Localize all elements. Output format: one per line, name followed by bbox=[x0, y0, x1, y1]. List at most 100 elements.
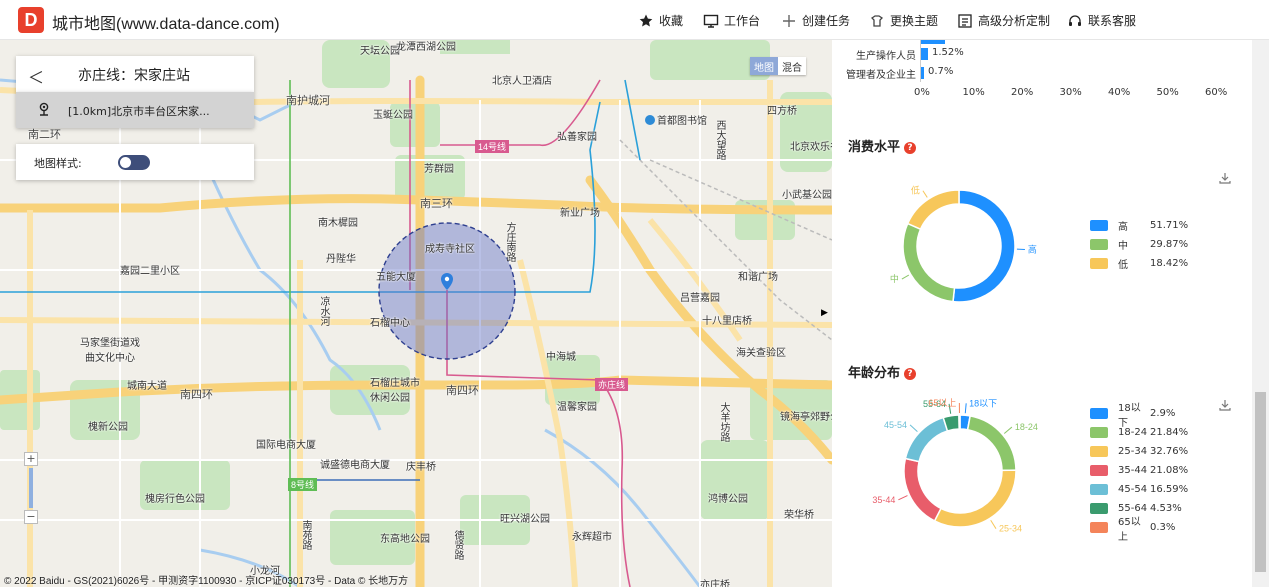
map-road-label[interactable]: 南四环 bbox=[446, 382, 479, 398]
subway-line-label[interactable]: 8号线 bbox=[288, 478, 318, 491]
map-label[interactable]: 石榴中心 bbox=[370, 314, 410, 329]
map-label[interactable]: 庆丰桥 bbox=[406, 458, 436, 473]
donut-slice[interactable] bbox=[902, 222, 956, 303]
map-label[interactable]: 石榴庄城市休闲公园 bbox=[370, 374, 425, 404]
map-type-hybrid-button[interactable]: 混合 bbox=[778, 57, 806, 75]
legend-item[interactable]: 18以下 2.9% bbox=[1090, 403, 1188, 429]
map-label[interactable]: 旺兴湖公园 bbox=[500, 510, 550, 525]
map-label[interactable]: 小武基公园 bbox=[782, 186, 832, 201]
map-label[interactable]: 亦庄桥 bbox=[700, 576, 730, 587]
donut-slice[interactable] bbox=[906, 189, 960, 231]
map-label[interactable]: 南木樨园 bbox=[318, 214, 358, 229]
map-road-label[interactable]: 南二环 bbox=[28, 126, 61, 142]
legend-item[interactable]: 35-44 21.08% bbox=[1090, 461, 1188, 480]
legend-item[interactable]: 低 18.42% bbox=[1090, 254, 1188, 273]
legend-item[interactable]: 中 29.87% bbox=[1090, 235, 1188, 254]
panel-scrollbar[interactable] bbox=[1252, 40, 1269, 587]
nav-create-task-button[interactable]: 创建任务 bbox=[781, 12, 850, 29]
map-canvas[interactable]: 天坛公园 龙潭西湖公园 北京人卫酒店 首都图书馆 玉蜓公园 南护城河 弘善家园 … bbox=[0, 40, 832, 587]
map-label[interactable]: 成寿寺社区 bbox=[425, 240, 475, 255]
help-icon[interactable]: ? bbox=[904, 142, 917, 154]
map-label[interactable]: 北京欢乐谷 bbox=[790, 138, 832, 153]
occupation-bar[interactable] bbox=[921, 67, 925, 79]
nav-analysis-button[interactable]: 高级分析定制 bbox=[957, 12, 1050, 29]
legend-item[interactable]: 45-54 16.59% bbox=[1090, 480, 1188, 499]
map-road-label[interactable]: 南四环 bbox=[180, 386, 213, 402]
donut-slice[interactable] bbox=[904, 416, 949, 463]
map-label[interactable]: 丹陛华 bbox=[326, 250, 356, 265]
map-label[interactable]: 首都图书馆 bbox=[645, 112, 707, 127]
map-label[interactable]: 中海城 bbox=[546, 348, 576, 363]
map-road-label[interactable]: 南三环 bbox=[420, 195, 453, 211]
zoom-slider[interactable] bbox=[29, 468, 33, 508]
map-label[interactable]: 弘善家园 bbox=[557, 128, 597, 143]
map-label[interactable]: 五能大厦 bbox=[376, 268, 416, 283]
map-label[interactable]: 天坛公园 bbox=[360, 42, 400, 57]
collapse-panel-arrow-icon[interactable]: ▶ bbox=[821, 308, 828, 318]
map-road-label[interactable]: 德贤路 bbox=[450, 530, 465, 560]
subway-line-label[interactable]: 14号线 bbox=[475, 140, 510, 153]
map-label[interactable]: 永辉超市 bbox=[572, 528, 612, 543]
nav-theme-label: 更换主题 bbox=[890, 14, 939, 28]
map-label[interactable]: 玉蜓公园 bbox=[373, 106, 413, 121]
occupation-bar[interactable] bbox=[921, 48, 929, 60]
nav-theme-button[interactable]: 更换主题 bbox=[869, 12, 938, 29]
map-label[interactable]: 槐房行色公园 bbox=[145, 490, 205, 505]
legend-value: 21.84% bbox=[1150, 427, 1189, 438]
zoom-in-button[interactable]: + bbox=[24, 452, 38, 466]
map-label[interactable]: 吕营嘉园 bbox=[680, 289, 720, 304]
map-label[interactable]: 龙潭西湖公园 bbox=[396, 40, 456, 53]
occupation-bar[interactable] bbox=[921, 40, 945, 44]
donut-slice[interactable] bbox=[966, 415, 1017, 472]
scrollbar-thumb[interactable] bbox=[1255, 392, 1266, 572]
legend-value: 4.53% bbox=[1150, 503, 1182, 514]
map-style-toggle[interactable] bbox=[118, 155, 150, 170]
nav-workbench-button[interactable]: 工作台 bbox=[703, 12, 760, 29]
subway-line-label[interactable]: 亦庄线 bbox=[595, 378, 629, 391]
map-road-label[interactable]: 大羊坊路 bbox=[716, 402, 731, 442]
map-label[interactable]: 东高地公园 bbox=[380, 530, 430, 545]
map-label[interactable]: 鸿博公园 bbox=[708, 490, 748, 505]
map-label[interactable]: 槐新公园 bbox=[88, 418, 128, 433]
donut-slice[interactable] bbox=[952, 189, 1016, 303]
legend-item[interactable]: 25-34 32.76% bbox=[1090, 442, 1188, 461]
map-road-label[interactable]: 凉水河 bbox=[316, 296, 331, 326]
map-label[interactable]: 新业广场 bbox=[560, 204, 600, 219]
map-label[interactable]: 海关查验区 bbox=[736, 344, 786, 359]
map-road-label[interactable]: 南苑路 bbox=[298, 520, 313, 550]
address-row[interactable]: [1.0km]北京市丰台区宋家... bbox=[16, 92, 254, 128]
map-road-label[interactable]: 南护城河 bbox=[286, 92, 330, 108]
map-label[interactable]: 嘉园二里小区 bbox=[120, 262, 180, 277]
donut-slice[interactable] bbox=[958, 414, 961, 430]
map-label[interactable]: 镜海亭郊野公园 bbox=[780, 408, 832, 423]
map-label[interactable]: 荣华桥 bbox=[784, 506, 814, 521]
nav-favorite-button[interactable]: 收藏 bbox=[638, 12, 683, 29]
app-logo[interactable]: D bbox=[18, 7, 44, 33]
zoom-out-button[interactable]: − bbox=[24, 510, 38, 524]
map-label[interactable]: 芳群园 bbox=[424, 160, 454, 175]
map-road-label[interactable]: 方庄南路 bbox=[502, 222, 517, 262]
map-type-map-button[interactable]: 地图 bbox=[750, 57, 778, 75]
map-label-text: 首都图书馆 bbox=[657, 116, 707, 127]
map-label[interactable]: 和谐广场 bbox=[738, 268, 778, 283]
map-road-label[interactable]: 西大望路 bbox=[712, 120, 727, 160]
map-label[interactable]: 北京人卫酒店 bbox=[492, 72, 552, 87]
map-label[interactable]: 十八里店桥 bbox=[702, 312, 752, 327]
map-label[interactable]: 国际电商大厦 bbox=[256, 436, 316, 451]
legend-swatch bbox=[1090, 503, 1108, 514]
legend-item[interactable]: 高 51.71% bbox=[1090, 216, 1188, 235]
map-label[interactable]: 诚盛德电商大厦 bbox=[320, 456, 390, 471]
legend-item[interactable]: 65以上 0.3% bbox=[1090, 517, 1188, 543]
map-label[interactable]: 温馨家园 bbox=[557, 398, 597, 413]
back-button[interactable]: ＜ bbox=[28, 64, 44, 88]
nav-support-button[interactable]: 联系客服 bbox=[1067, 12, 1136, 29]
donut-slice[interactable] bbox=[903, 457, 942, 522]
download-icon[interactable] bbox=[1218, 398, 1232, 412]
map-label[interactable]: 四方桥 bbox=[767, 102, 797, 117]
help-icon[interactable]: ? bbox=[904, 368, 917, 380]
legend-label: 65以上 bbox=[1118, 516, 1141, 543]
download-icon[interactable] bbox=[1218, 171, 1232, 185]
donut-slice[interactable] bbox=[933, 469, 1017, 528]
map-label[interactable]: 马家堡街道戏曲文化中心 bbox=[80, 334, 140, 364]
map-label[interactable]: 城南大道 bbox=[127, 377, 167, 392]
